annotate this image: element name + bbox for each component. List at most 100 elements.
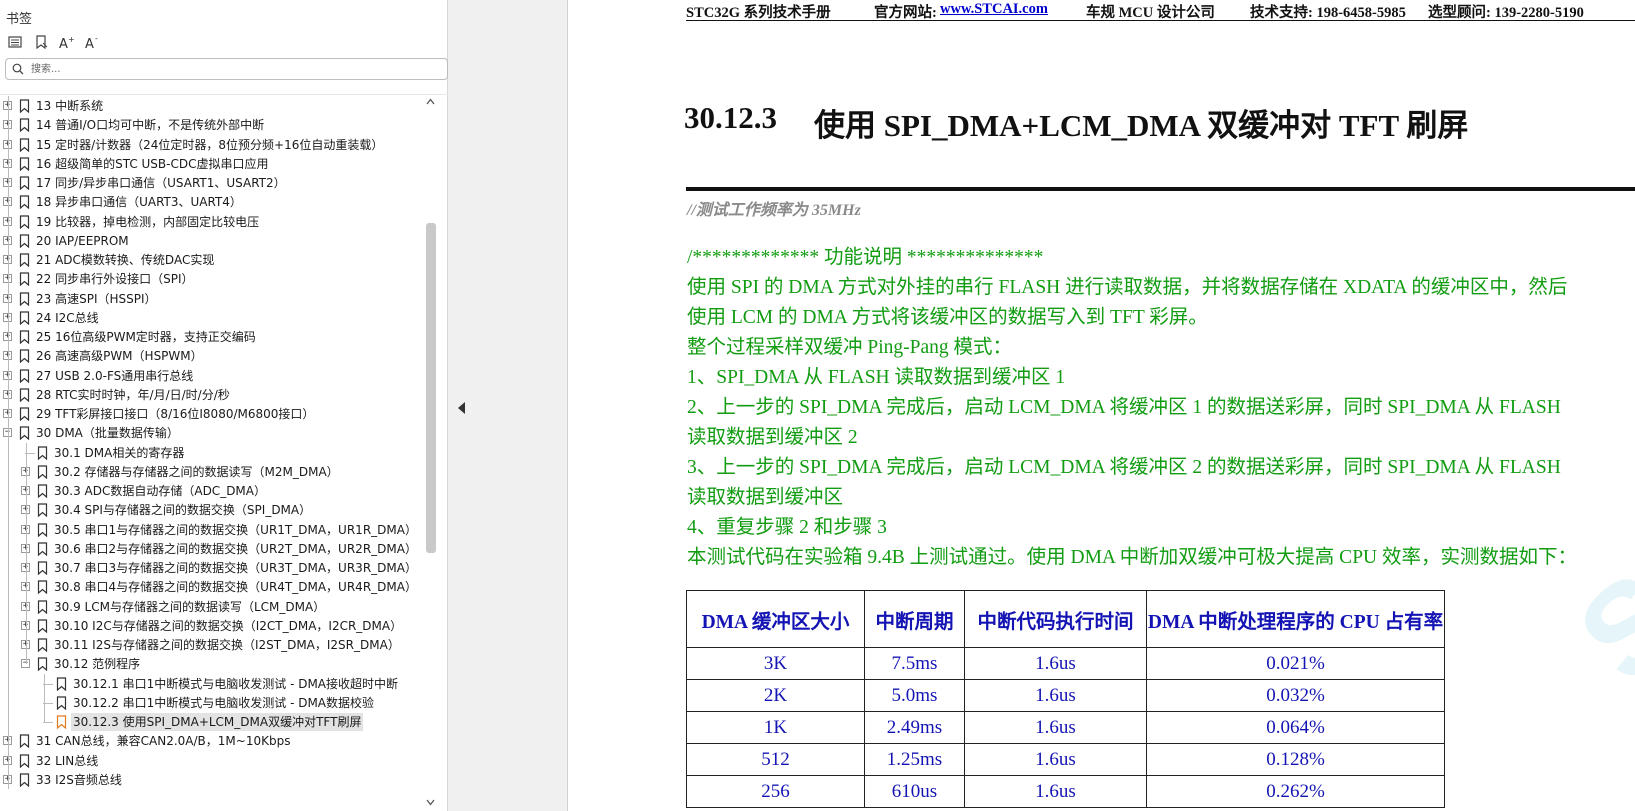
tree-item-label: 30.10 I2C与存储器之间的数据交换（I2CT_DMA，I2CR_DMA）: [54, 618, 403, 633]
tree-item-label: 15 定时器/计数器（24位定时器，8位预分频+16位自动重装载）: [36, 137, 384, 152]
tree-item[interactable]: +23 高速SPI（HSSPI）: [0, 289, 440, 309]
tree-item[interactable]: +30.3 ADC数据自动存储（ADC_DMA）: [0, 481, 440, 501]
tree-item-label: 32 LIN总线: [36, 753, 99, 768]
tree-guide-line: [43, 673, 45, 722]
panel-splitter[interactable]: [448, 0, 568, 811]
bookmark-icon: [19, 253, 30, 270]
scroll-up-icon[interactable]: [426, 98, 435, 105]
tree-item[interactable]: +21 ADC模数转换、传统DAC实现: [0, 250, 440, 270]
table-cell: 7.5ms: [864, 647, 965, 680]
table-row: 3K 7.5ms 1.6us 0.021%: [686, 647, 1445, 680]
tree-item[interactable]: +30.11 I2S与存储器之间的数据交换（I2ST_DMA，I2SR_DMA）: [0, 635, 440, 655]
svg-text:-: -: [95, 35, 98, 43]
tree-item[interactable]: +25 16位高级PWM定时器，支持正交编码: [0, 327, 440, 347]
table-header-cell: 中断周期: [864, 590, 965, 648]
bookmark-icon: [37, 484, 48, 501]
bookmark-icon: [19, 234, 30, 251]
tree-item[interactable]: +30.7 串口3与存储器之间的数据交换（UR3T_DMA，UR3R_DMA）: [0, 558, 440, 578]
tree-item[interactable]: +15 定时器/计数器（24位定时器，8位预分频+16位自动重装载）: [0, 135, 440, 155]
tree-item[interactable]: +28 RTC实时时钟，年/月/日/时/分/秒: [0, 385, 440, 405]
tree-item-label: 30.11 I2S与存储器之间的数据交换（I2ST_DMA，I2SR_DMA）: [54, 638, 400, 652]
bookmark-icon: [56, 676, 67, 694]
tree-item[interactable]: −30.12 范例程序: [0, 654, 440, 674]
tree-item[interactable]: +31 CAN总线，兼容CAN2.0A/B，1M~10Kbps: [0, 731, 440, 751]
expand-all-icon[interactable]: [5, 32, 25, 52]
header-rule: [686, 20, 1635, 21]
bookmark-icon: [37, 522, 48, 540]
tree-scrollbar[interactable]: [423, 96, 437, 811]
manual-title: STC32G 系列技术手册: [686, 5, 831, 21]
tree-item[interactable]: 30.12.2 串口1中断模式与电脑收发测试 - DMA数据校验: [0, 693, 440, 713]
bookmark-icon: [37, 445, 48, 463]
tree-item-label: 29 TFT彩屏接口接口（8/16位I8080/M6800接口）: [36, 407, 315, 421]
tree-item-label: 30.2 存储器与存储器之间的数据读写（M2M_DMA）: [54, 464, 339, 479]
bookmark-icon: [19, 118, 30, 135]
tree-item[interactable]: +32 LIN总线: [0, 751, 440, 771]
table-row: 2K 5.0ms 1.6us 0.032%: [686, 679, 1445, 712]
tree-item-label: 30.12.2 串口1中断模式与电脑收发测试 - DMA数据校验: [73, 695, 375, 710]
bookmark-icon: [37, 580, 48, 597]
tree-item[interactable]: 30.12.1 串口1中断模式与电脑收发测试 - DMA接收超时中断: [0, 674, 440, 694]
code-line: 1、SPI_DMA 从 FLASH 读取数据到缓冲区 1: [687, 367, 1066, 388]
tree-item[interactable]: +30.2 存储器与存储器之间的数据读写（M2M_DMA）: [0, 462, 440, 482]
tree-item[interactable]: +33 I2S音频总线: [0, 770, 440, 790]
tree-item[interactable]: +22 同步串行外设接口（SPI）: [0, 269, 440, 289]
table-cell: 0.021%: [1146, 647, 1445, 680]
tree-item-label: 27 USB 2.0-FS通用串行总线: [36, 368, 194, 383]
tree-item[interactable]: −30 DMA（批量数据传输）: [0, 423, 440, 443]
add-bookmark-icon[interactable]: [31, 32, 51, 52]
bookmark-icon: [37, 503, 48, 520]
tree-item[interactable]: +24 I2C总线: [0, 308, 440, 328]
tree-item-label: 14 普通I/O口均可中断，不是传统外部中断: [36, 118, 265, 133]
table-cell: 1.6us: [964, 711, 1147, 744]
dma-data-table: DMA 缓冲区大小 中断周期 中断代码执行时间 DMA 中断处理程序的 CPU …: [686, 590, 1445, 808]
table-cell: 3K: [686, 647, 865, 680]
code-line: 整个过程采样双缓冲 Ping-Pang 模式：: [687, 337, 1013, 358]
tree-item-label: 22 同步串行外设接口（SPI）: [36, 272, 194, 287]
tree-item[interactable]: +30.5 串口1与存储器之间的数据交换（UR1T_DMA，UR1R_DMA）: [0, 520, 440, 540]
tree-item[interactable]: +14 普通I/O口均可中断，不是传统外部中断: [0, 115, 440, 135]
tree-item[interactable]: +18 异步串口通信（UART3、UART4）: [0, 192, 440, 212]
tree-item[interactable]: +16 超级简单的STC USB-CDC虚拟串口应用: [0, 154, 440, 174]
table-cell: 1.6us: [964, 647, 1147, 680]
tree-item[interactable]: +30.6 串口2与存储器之间的数据交换（UR2T_DMA，UR2R_DMA）: [0, 539, 440, 559]
search-input[interactable]: [31, 61, 431, 77]
bookmark-icon: [19, 773, 30, 790]
tree-item-label: 30.5 串口1与存储器之间的数据交换（UR1T_DMA，UR1R_DMA）: [54, 522, 417, 537]
font-increase-icon[interactable]: A +: [57, 32, 77, 52]
table-header-cell: DMA 中断处理程序的 CPU 占有率: [1146, 590, 1445, 648]
tree-item[interactable]: +30.4 SPI与存储器之间的数据交换（SPI_DMA）: [0, 500, 440, 520]
table-cell: 1.6us: [964, 679, 1147, 712]
tree-item[interactable]: +17 同步/异步串口通信（USART1、USART2）: [0, 173, 440, 193]
code-line: 读取数据到缓冲区 2: [687, 427, 858, 448]
tree-item[interactable]: 30.1 DMA相关的寄存器: [0, 443, 440, 463]
font-decrease-icon[interactable]: A-: [83, 32, 103, 52]
svg-text:A: A: [85, 37, 94, 49]
tree-guide-line: [25, 442, 27, 665]
code-line: 读取数据到缓冲区: [687, 487, 844, 508]
tree-item-label: 26 高速高级PWM（HSPWM）: [36, 349, 203, 364]
tree-item-label: 25 16位高级PWM定时器，支持正交编码: [36, 330, 256, 344]
code-line: /************* 功能说明 **************: [687, 247, 1044, 268]
tree-guide-line: [7, 96, 9, 789]
tree-item[interactable]: +19 比较器，掉电检测，内部固定比较电压: [0, 212, 440, 232]
tree-item[interactable]: +20 IAP/EEPROM: [0, 231, 440, 251]
scrollbar-thumb[interactable]: [426, 223, 436, 553]
tree-item[interactable]: 30.12.3 使用SPI_DMA+LCM_DMA双缓冲对TFT刷屏: [0, 712, 440, 732]
table-cell: 0.032%: [1146, 679, 1445, 712]
scroll-down-icon[interactable]: [426, 799, 435, 806]
tree-item[interactable]: +26 高速高级PWM（HSPWM）: [0, 346, 440, 366]
table-cell: 610us: [864, 775, 965, 808]
tree-item[interactable]: +27 USB 2.0-FS通用串行总线: [0, 366, 440, 386]
tree-item[interactable]: +29 TFT彩屏接口接口（8/16位I8080/M6800接口）: [0, 404, 440, 424]
tree-item[interactable]: +30.10 I2C与存储器之间的数据交换（I2CT_DMA，I2CR_DMA）: [0, 616, 440, 636]
tree-item[interactable]: +30.9 LCM与存储器之间的数据读写（LCM_DMA）: [0, 597, 440, 617]
code-comment: //测试工作频率为 35MHz: [687, 202, 861, 219]
bookmark-toolbar: A + A-: [5, 32, 103, 52]
bookmark-icon: [37, 561, 48, 578]
collapse-panel-icon[interactable]: [458, 402, 466, 414]
site-link[interactable]: www.STCAI.com: [940, 1, 1048, 18]
tree-item[interactable]: +13 中断系统: [0, 96, 440, 116]
tree-item[interactable]: +30.8 串口4与存储器之间的数据交换（UR4T_DMA，UR4R_DMA）: [0, 577, 440, 597]
bookmark-search[interactable]: [5, 58, 448, 80]
